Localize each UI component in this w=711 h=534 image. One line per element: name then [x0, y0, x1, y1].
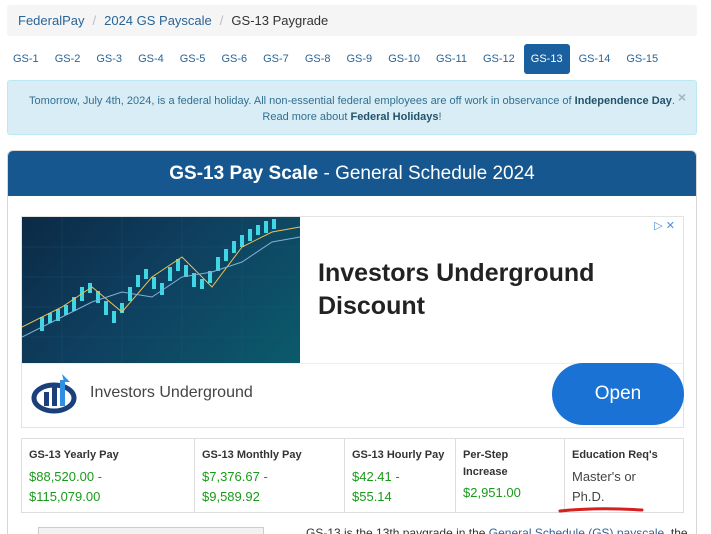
tab-gs-3[interactable]: GS-3 — [89, 44, 129, 74]
breadcrumb-2024-gs-payscale[interactable]: 2024 GS Payscale — [104, 13, 212, 28]
tab-gs-2[interactable]: GS-2 — [48, 44, 88, 74]
tab-gs-4[interactable]: GS-4 — [131, 44, 171, 74]
step-increase-cell: Per-Step Increase $2,951.00 — [456, 439, 565, 512]
tab-gs-6[interactable]: GS-6 — [214, 44, 254, 74]
yearly-pay-min: $88,520.00 - — [29, 469, 103, 484]
education-label: Education Req's — [572, 449, 658, 461]
paygrade-tabs: GS-1 GS-2 GS-3 GS-4 GS-5 GS-6 GS-7 GS-8 … — [6, 44, 665, 74]
ad-title[interactable]: Investors Underground Discount — [318, 257, 618, 323]
monthly-pay-max: $9,589.92 — [202, 489, 260, 504]
holiday-alert: Tomorrow, July 4th, 2024, is a federal h… — [7, 80, 697, 135]
alert-text: Tomorrow, July 4th, 2024, is a federal h… — [29, 95, 572, 107]
tab-gs-7[interactable]: GS-7 — [256, 44, 296, 74]
hourly-pay-min: $42.41 - — [352, 469, 400, 484]
breadcrumb-current: GS-13 Paygrade — [231, 13, 329, 28]
yearly-pay-label: GS-13 Yearly Pay — [29, 449, 119, 461]
stock-chart-graphic — [22, 217, 300, 363]
tab-gs-15[interactable]: GS-15 — [619, 44, 665, 74]
page: FederalPay / 2024 GS Payscale / GS-13 Pa… — [0, 0, 711, 534]
monthly-pay-label: GS-13 Monthly Pay — [202, 449, 302, 461]
tab-gs-13[interactable]: GS-13 — [523, 44, 570, 74]
education-value-line2: Ph.D. — [572, 489, 605, 504]
tab-gs-1[interactable]: GS-1 — [6, 44, 46, 74]
alert-text-end: ! — [438, 111, 442, 123]
education-value-line1: Master's or — [572, 469, 636, 484]
ad-brand-name[interactable]: Investors Underground — [90, 384, 253, 402]
hourly-pay-label: GS-13 Hourly Pay — [352, 449, 445, 461]
alert-holiday-name: Independence Day — [574, 95, 672, 107]
panel-title: GS-13 Pay Scale - General Schedule 2024 — [8, 151, 696, 196]
advertisement[interactable]: ▷ ✕ Investors Underground Discount Inves… — [21, 216, 684, 428]
breadcrumb-federalpay[interactable]: FederalPay — [18, 13, 84, 28]
hourly-pay-max: $55.14 — [352, 489, 392, 504]
intro-text-end: , the — [664, 526, 688, 534]
tab-gs-12[interactable]: GS-12 — [476, 44, 522, 74]
step-increase-label-line2: Increase — [463, 466, 508, 478]
adchoices-icon[interactable]: ▷ ✕ — [654, 219, 675, 232]
tab-gs-14[interactable]: GS-14 — [572, 44, 618, 74]
yearly-pay-cell: GS-13 Yearly Pay $88,520.00 - $115,079.0… — [22, 439, 195, 512]
education-cell: Education Req's Master's or Ph.D. — [565, 439, 683, 512]
yearly-pay-max: $115,079.00 — [29, 489, 101, 504]
pay-summary-table: GS-13 Yearly Pay $88,520.00 - $115,079.0… — [21, 438, 684, 513]
related-image-thumbnail[interactable] — [38, 527, 264, 534]
intro-paragraph: GS-13 is the 13th paygrade in the Genera… — [306, 526, 688, 534]
pay-scale-panel: GS-13 Pay Scale - General Schedule 2024 — [7, 150, 697, 534]
monthly-pay-min: $7,376.67 - — [202, 469, 268, 484]
step-increase-label-line1: Per-Step — [463, 449, 509, 461]
breadcrumb-separator: / — [92, 13, 97, 28]
tab-gs-10[interactable]: GS-10 — [381, 44, 427, 74]
federal-holidays-link[interactable]: Federal Holidays — [350, 111, 438, 123]
panel-title-grade: GS-13 Pay Scale — [169, 163, 319, 184]
ad-open-button[interactable]: Open — [552, 363, 684, 425]
ad-chart-image[interactable] — [22, 217, 300, 363]
monthly-pay-cell: GS-13 Monthly Pay $7,376.67 - $9,589.92 — [195, 439, 345, 512]
general-schedule-link[interactable]: General Schedule (GS) payscale — [489, 526, 664, 534]
tab-gs-11[interactable]: GS-11 — [429, 44, 474, 74]
panel-title-subtitle: - General Schedule 2024 — [318, 163, 535, 184]
tab-gs-5[interactable]: GS-5 — [173, 44, 213, 74]
tab-gs-8[interactable]: GS-8 — [298, 44, 338, 74]
hourly-pay-cell: GS-13 Hourly Pay $42.41 - $55.14 — [345, 439, 456, 512]
intro-text: GS-13 is the 13th paygrade in the — [306, 526, 486, 534]
tab-gs-9[interactable]: GS-9 — [340, 44, 380, 74]
alert-text-read-more: Read more about — [262, 111, 348, 123]
close-icon[interactable]: × — [678, 89, 686, 105]
breadcrumb: FederalPay / 2024 GS Payscale / GS-13 Pa… — [7, 5, 697, 36]
breadcrumb-separator: / — [219, 13, 224, 28]
investors-underground-logo-icon — [30, 374, 80, 414]
red-underline-annotation — [558, 507, 644, 513]
step-increase-value: $2,951.00 — [463, 485, 521, 500]
